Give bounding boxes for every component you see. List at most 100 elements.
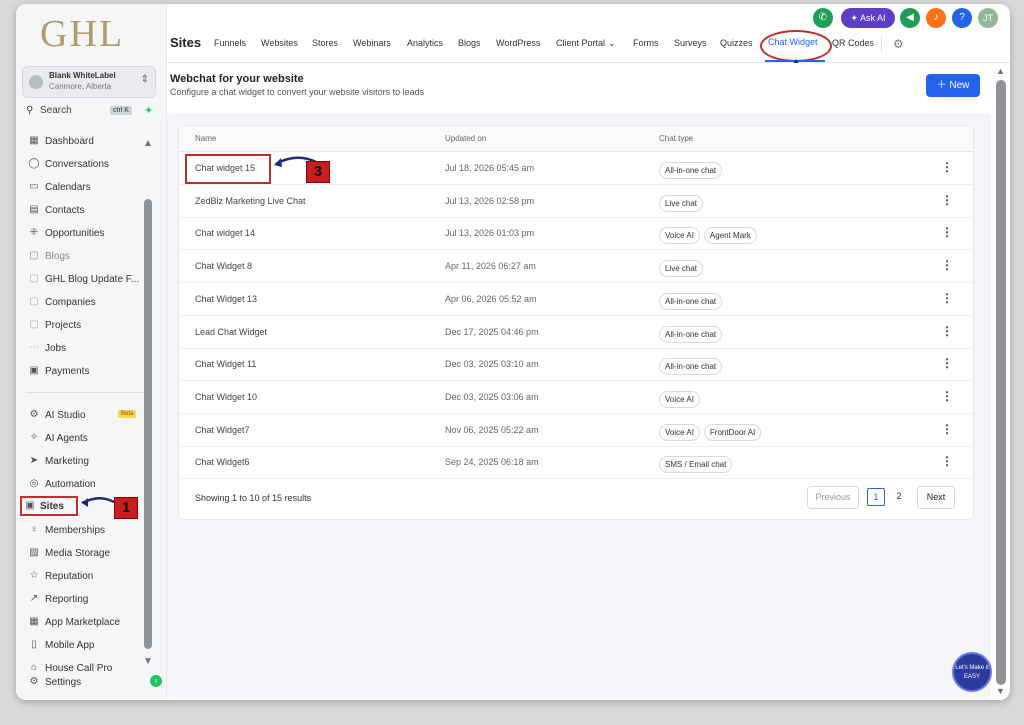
phone-icon[interactable]: ✆ — [813, 8, 833, 28]
table-row[interactable]: Chat widget 14 Jul 13, 2026 01:03 pm Voice… — [179, 217, 973, 251]
account-switcher[interactable]: Blank WhiteLabel Canmore, Alberta ⇕ — [22, 66, 156, 98]
tab-funnels[interactable]: Funnels — [214, 38, 246, 48]
widget-name-link[interactable]: Chat Widget 11 — [195, 359, 256, 369]
help-icon[interactable]: ? — [952, 8, 972, 28]
widget-name-link[interactable]: Lead Chat Widget — [195, 327, 267, 337]
widget-name-link[interactable]: Chat Widget7 — [195, 425, 250, 435]
scroll-up-icon[interactable]: ▲ — [996, 66, 1005, 76]
sidebar-item-payments[interactable]: ▣ Payments — [24, 362, 154, 382]
widget-name-link[interactable]: Chat Widget 10 — [195, 392, 257, 402]
tab-stores[interactable]: Stores — [312, 38, 338, 48]
column-header-updated: Updated on — [445, 134, 487, 143]
bell-icon[interactable]: ♪ — [926, 8, 946, 28]
scroll-down-icon[interactable]: ▼ — [996, 686, 1005, 696]
sidebar-item-dashboard[interactable]: ▦ Dashboard — [24, 132, 154, 152]
tab-client-portal[interactable]: Client Portal — [556, 38, 605, 48]
tab-quizzes[interactable]: Quizzes — [720, 38, 753, 48]
page-scrollbar[interactable]: ▲ ▼ — [996, 66, 1006, 696]
chat-launcher[interactable]: Let's Make it EASY — [952, 652, 992, 692]
megaphone-icon[interactable]: ◀ — [900, 8, 920, 28]
tab-webinars[interactable]: Webinars — [353, 38, 391, 48]
sidebar-item-blogs[interactable]: ▢ Blogs — [24, 247, 154, 267]
sidebar-item-media-storage[interactable]: ▨ Media Storage — [24, 544, 154, 564]
sidebar-scroll-up[interactable]: ▲ — [143, 138, 153, 149]
table-row[interactable]: Chat Widget7 Nov 06, 2025 05:22 am Voice A… — [179, 414, 973, 447]
tab-analytics[interactable]: Analytics — [407, 38, 443, 48]
sidebar-item-opportunities[interactable]: ⁜ Opportunities — [24, 224, 154, 244]
next-page-button[interactable]: Next — [917, 486, 955, 509]
updated-date: Dec 17, 2025 04:46 pm — [445, 326, 539, 337]
widget-name-link[interactable]: Chat widget 14 — [195, 228, 255, 238]
tab-blogs[interactable]: Blogs — [458, 38, 481, 48]
widget-name-link[interactable]: Chat widget 15 — [195, 163, 255, 173]
widget-name-link[interactable]: Chat Widget6 — [195, 457, 250, 467]
table-row[interactable]: Chat Widget 10 Dec 03, 2025 03:06 am Voice… — [179, 381, 973, 414]
more-actions-icon[interactable]: ⋮ — [941, 454, 953, 468]
sidebar-item-projects[interactable]: ▢ Projects — [24, 316, 154, 336]
marketplace-icon: ▦ — [29, 616, 39, 627]
gear-icon[interactable]: ⚙ — [893, 37, 904, 51]
more-actions-icon[interactable]: ⋮ — [941, 389, 953, 403]
widget-name-link[interactable]: ZedBiz Marketing Live Chat — [195, 196, 306, 206]
more-actions-icon[interactable]: ⋮ — [941, 291, 953, 305]
chat-type-chip: All-in-one chat — [659, 325, 723, 343]
tab-websites[interactable]: Websites — [261, 38, 298, 48]
user-avatar[interactable]: JT — [978, 8, 998, 28]
widgets-table: Name Updated on Chat type Chat widget 15… — [178, 125, 974, 520]
more-actions-icon[interactable]: ⋮ — [941, 193, 953, 207]
page-2-button[interactable]: 2 — [891, 486, 907, 507]
sidebar-item-contacts[interactable]: ▤ Contacts — [24, 201, 154, 221]
more-actions-icon[interactable]: ⋮ — [941, 324, 953, 338]
new-widget-button[interactable]: ＋ New — [926, 74, 980, 97]
chat-type-list: All-in-one chat — [659, 291, 726, 310]
sidebar-item-jobs[interactable]: ⋯ Jobs — [24, 339, 154, 359]
quick-action-icon[interactable]: ✦ — [144, 104, 153, 117]
widget-name-link[interactable]: Chat Widget 13 — [195, 294, 257, 304]
table-row[interactable]: Chat Widget6 Sep 24, 2025 06:18 am SMS / E… — [179, 446, 973, 480]
table-row[interactable]: ZedBiz Marketing Live Chat Jul 13, 2026 0… — [179, 185, 973, 218]
table-header: Name Updated on Chat type — [179, 126, 973, 152]
more-actions-icon[interactable]: ⋮ — [941, 356, 953, 370]
sidebar-item-sites[interactable]: ▣ Sites — [20, 496, 78, 516]
sidebar-item-mobile-app[interactable]: ▯ Mobile App — [24, 636, 154, 656]
sidebar-item-ai-studio[interactable]: ⚙ AI Studio Beta — [24, 406, 154, 426]
sidebar-item-ghl-blog-update[interactable]: ▢ GHL Blog Update F... — [24, 270, 154, 290]
sidebar-item-marketing[interactable]: ➤ Marketing — [24, 452, 154, 472]
chevron-down-icon[interactable]: ⌄ — [608, 38, 616, 49]
previous-page-button[interactable]: Previous — [807, 486, 859, 509]
brand-logo: GHL — [40, 13, 125, 55]
updated-date: Nov 06, 2025 05:22 am — [445, 424, 539, 435]
collapse-sidebar-button[interactable]: ‹ — [150, 675, 162, 687]
table-row[interactable]: Lead Chat Widget Dec 17, 2025 04:46 pm All… — [179, 316, 973, 349]
table-row[interactable]: Chat Widget 11 Dec 03, 2025 03:10 am All-i… — [179, 348, 973, 382]
sidebar-item-calendars[interactable]: ▭ Calendars — [24, 178, 154, 198]
table-row[interactable]: Chat Widget 13 Apr 06, 2026 05:52 am All-i… — [179, 283, 973, 316]
sidebar-item-reporting[interactable]: ↗ Reporting — [24, 590, 154, 610]
sidebar-item-conversations[interactable]: ◯ Conversations — [24, 155, 154, 175]
sidebar-scrollbar[interactable] — [144, 199, 152, 649]
search-shortcut: ctrl K — [110, 106, 132, 115]
more-actions-icon[interactable]: ⋮ — [941, 160, 953, 174]
page-1-button[interactable]: 1 — [867, 488, 885, 506]
tab-qr-codes[interactable]: QR Codes — [832, 38, 874, 48]
tab-surveys[interactable]: Surveys — [674, 38, 707, 48]
sidebar-item-companies[interactable]: ▢ Companies — [24, 293, 154, 313]
ask-ai-button[interactable]: ✦ Ask AI — [841, 8, 895, 28]
more-actions-icon[interactable]: ⋮ — [941, 225, 953, 239]
widget-name-link[interactable]: Chat Widget 8 — [195, 261, 252, 271]
table-row[interactable]: Chat Widget 8 Apr 11, 2026 06:27 am Live c… — [179, 250, 973, 284]
sidebar-item-ai-agents[interactable]: ✧ AI Agents — [24, 429, 154, 449]
tab-wordpress[interactable]: WordPress — [496, 38, 540, 48]
sidebar-item-settings[interactable]: ⚙ Settings — [24, 673, 154, 693]
sidebar-item-automation[interactable]: ◎ Automation — [24, 475, 154, 495]
page-scroll-thumb[interactable] — [996, 80, 1006, 685]
more-actions-icon[interactable]: ⋮ — [941, 258, 953, 272]
sidebar-search[interactable]: ⚲ Search ctrl K ✦ — [24, 104, 158, 120]
chat-type-list: SMS / Email chat — [659, 454, 736, 474]
sidebar-item-app-marketplace[interactable]: ▦ App Marketplace — [24, 613, 154, 633]
sidebar-scroll-down[interactable]: ▼ — [143, 656, 153, 667]
more-actions-icon[interactable]: ⋮ — [941, 422, 953, 436]
sidebar-item-reputation[interactable]: ☆ Reputation — [24, 567, 154, 587]
tab-forms[interactable]: Forms — [633, 38, 659, 48]
sidebar-item-memberships[interactable]: ♀ Memberships — [24, 521, 154, 541]
